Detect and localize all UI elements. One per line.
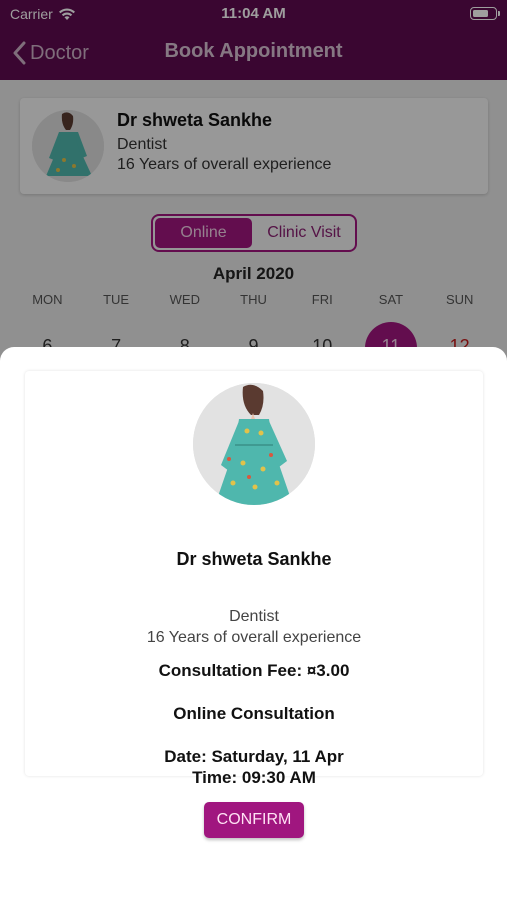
consultation-fee: Consultation Fee: ¤3.00	[158, 661, 350, 680]
appointment-summary-card: Dr shweta Sankhe Dentist 16 Years of ove…	[25, 371, 483, 787]
appointment-time: Time: 09:30 AM	[192, 768, 316, 787]
appointment-date: Date: Saturday, 11 Apr	[164, 747, 344, 766]
modal-doctor-name: Dr shweta Sankhe	[176, 549, 332, 569]
consultation-type: Online Consultation	[173, 704, 335, 723]
confirmation-sheet: Dr shweta Sankhe Dentist 16 Years of ove…	[0, 347, 507, 900]
doctor-avatar	[193, 383, 315, 505]
confirm-button[interactable]: CONFIRM	[204, 802, 304, 838]
modal-doctor-specialty: Dentist	[229, 608, 279, 625]
modal-doctor-experience: 16 Years of overall experience	[146, 629, 362, 646]
